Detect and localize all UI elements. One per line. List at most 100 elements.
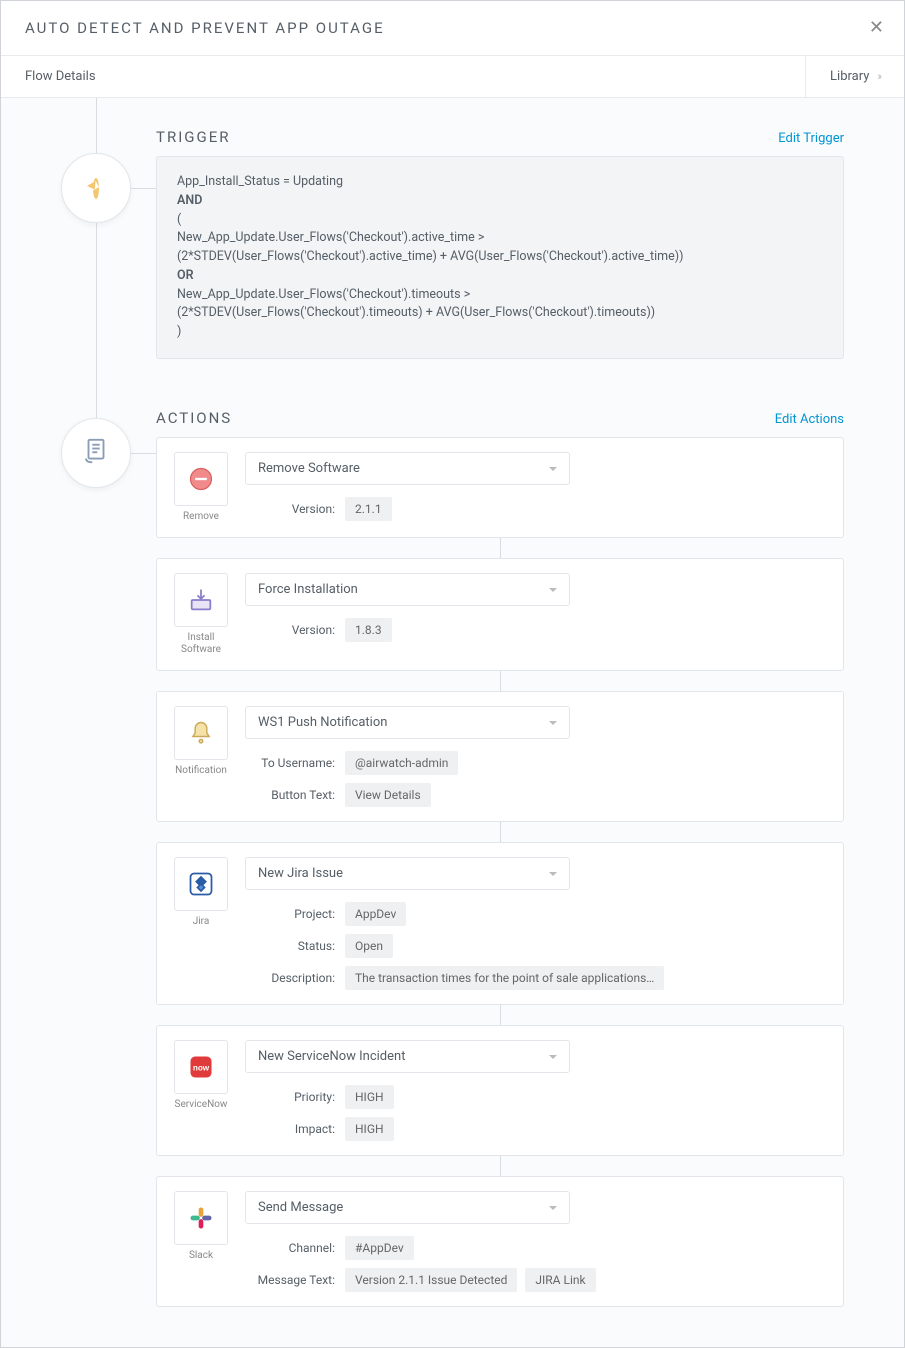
trigger-header-row: TRIGGER Edit Trigger [156,128,844,146]
connector-line [131,453,156,454]
actions-header: ACTIONS [156,409,232,427]
trigger-line: New_App_Update.User_Flows('Checkout').ac… [177,229,823,248]
trigger-line: (2*STDEV(User_Flows('Checkout').active_t… [177,248,823,267]
actions-header-row: ACTIONS Edit Actions [156,409,844,427]
field-values: 2.1.1 [345,497,392,521]
action-card: Jira New Jira Issue Project: AppDev Status: O… [156,842,844,1005]
field-row: Description: The transaction times for th… [245,966,829,990]
field-label: Impact: [245,1122,335,1136]
action-icon-label: ServiceNow [175,1099,228,1111]
action-icon-label: Jira [193,916,210,928]
field-value-chip[interactable]: AppDev [345,902,406,926]
field-value-chip[interactable]: The transaction times for the point of s… [345,966,664,990]
field-values: Version 2.1.1 Issue Detected JIRA Link [345,1268,596,1292]
field-label: Status: [245,939,335,953]
field-row: Message Text: Version 2.1.1 Issue Detecte… [245,1268,829,1292]
field-value-chip[interactable]: JIRA Link [525,1268,595,1292]
field-value-chip[interactable]: HIGH [345,1085,394,1109]
action-icon-col: Install Software [171,573,231,656]
field-row: Project: AppDev [245,902,829,926]
action-card: Install Software Force InstallationVersio… [156,558,844,671]
connector-line [131,188,156,189]
action-icon-col: Slack [171,1191,231,1292]
field-row: Status: Open [245,934,829,958]
field-label: Channel: [245,1241,335,1255]
field-row: Button Text: View Details [245,783,829,807]
tab-flow-details[interactable]: Flow Details [25,56,96,97]
connector-line [500,1156,501,1176]
install-icon [174,573,228,627]
field-label: Message Text: [245,1273,335,1287]
action-type-select[interactable]: Remove Software [245,452,570,485]
field-value-chip[interactable]: Open [345,934,393,958]
trigger-line: ( [177,211,823,230]
field-value-chip[interactable]: 1.8.3 [345,618,392,642]
action-card: Notification WS1 Push Notification To User… [156,691,844,822]
actions-node-icon[interactable] [61,418,131,488]
edit-trigger-link[interactable]: Edit Trigger [778,131,844,146]
field-label: To Username: [245,756,335,770]
field-values: Open [345,934,393,958]
field-value-chip[interactable]: Version 2.1.1 Issue Detected [345,1268,517,1292]
field-value-chip[interactable]: View Details [345,783,431,807]
trigger-line: App_Install_Status = Updating [177,173,823,192]
field-values: View Details [345,783,431,807]
field-value-chip[interactable]: @airwatch-admin [345,751,458,775]
field-label: Description: [245,971,335,985]
field-label: Button Text: [245,788,335,802]
action-type-select[interactable]: New ServiceNow Incident [245,1040,570,1073]
modal: AUTO DETECT AND PREVENT APP OUTAGE ✕ Flo… [0,0,905,1348]
field-value-chip[interactable]: HIGH [345,1117,394,1141]
trigger-node-icon[interactable] [61,153,131,223]
action-body: Send Message Channel: #AppDev Message Text:… [245,1191,829,1292]
action-body: Remove Software Version: 2.1.1 [245,452,829,523]
jira-icon [174,857,228,911]
field-values: AppDev [345,902,406,926]
field-row: Priority: HIGH [245,1085,829,1109]
action-type-select[interactable]: Force Installation [245,573,570,606]
svg-text:now: now [193,1063,210,1072]
trigger-line: AND [177,192,823,211]
trigger-header: TRIGGER [156,128,230,146]
field-label: Version: [245,502,335,516]
action-card: Slack Send Message Channel: #AppDev Message … [156,1176,844,1307]
action-icon-col: Notification [171,706,231,807]
field-values: The transaction times for the point of s… [345,966,664,990]
trigger-expression: App_Install_Status = Updating AND ( New_… [156,156,844,359]
action-type-select[interactable]: Send Message [245,1191,570,1224]
edit-actions-link[interactable]: Edit Actions [775,412,844,427]
action-body: WS1 Push Notification To Username: @airwat… [245,706,829,807]
action-type-select[interactable]: New Jira Issue [245,857,570,890]
tab-library-label: Library [830,69,869,84]
tab-library[interactable]: Library ›› [805,56,880,97]
canvas: TRIGGER Edit Trigger App_Install_Status … [1,98,904,1347]
field-values: @airwatch-admin [345,751,458,775]
field-label: Priority: [245,1090,335,1104]
remove-icon [174,452,228,506]
action-card: now ServiceNow New ServiceNow Incident Prio… [156,1025,844,1156]
trigger-line: OR [177,267,823,286]
trigger-line: (2*STDEV(User_Flows('Checkout').timeouts… [177,304,823,323]
action-type-select[interactable]: WS1 Push Notification [245,706,570,739]
main-column: TRIGGER Edit Trigger App_Install_Status … [156,98,844,1307]
action-body: Force InstallationVersion:1.8.3 [245,573,829,656]
connector-line [500,822,501,842]
field-values: HIGH [345,1085,394,1109]
action-icon-label: Slack [189,1250,213,1262]
modal-title: AUTO DETECT AND PREVENT APP OUTAGE [25,19,880,37]
action-body: New Jira Issue Project: AppDev Status: Open D… [245,857,829,990]
tab-row: Flow Details Library ›› [1,56,904,98]
action-icon-label: Notification [175,765,227,777]
action-icon-col: now ServiceNow [171,1040,231,1141]
field-value-chip[interactable]: #AppDev [345,1236,414,1260]
action-icon-label: Install Software [171,632,231,656]
close-icon[interactable]: ✕ [869,19,884,37]
field-values: HIGH [345,1117,394,1141]
trigger-line: ) [177,323,823,342]
field-values: 1.8.3 [345,618,392,642]
field-values: #AppDev [345,1236,414,1260]
field-value-chip[interactable]: 2.1.1 [345,497,392,521]
field-row: Channel: #AppDev [245,1236,829,1260]
field-label: Project: [245,907,335,921]
connector-line [500,671,501,691]
